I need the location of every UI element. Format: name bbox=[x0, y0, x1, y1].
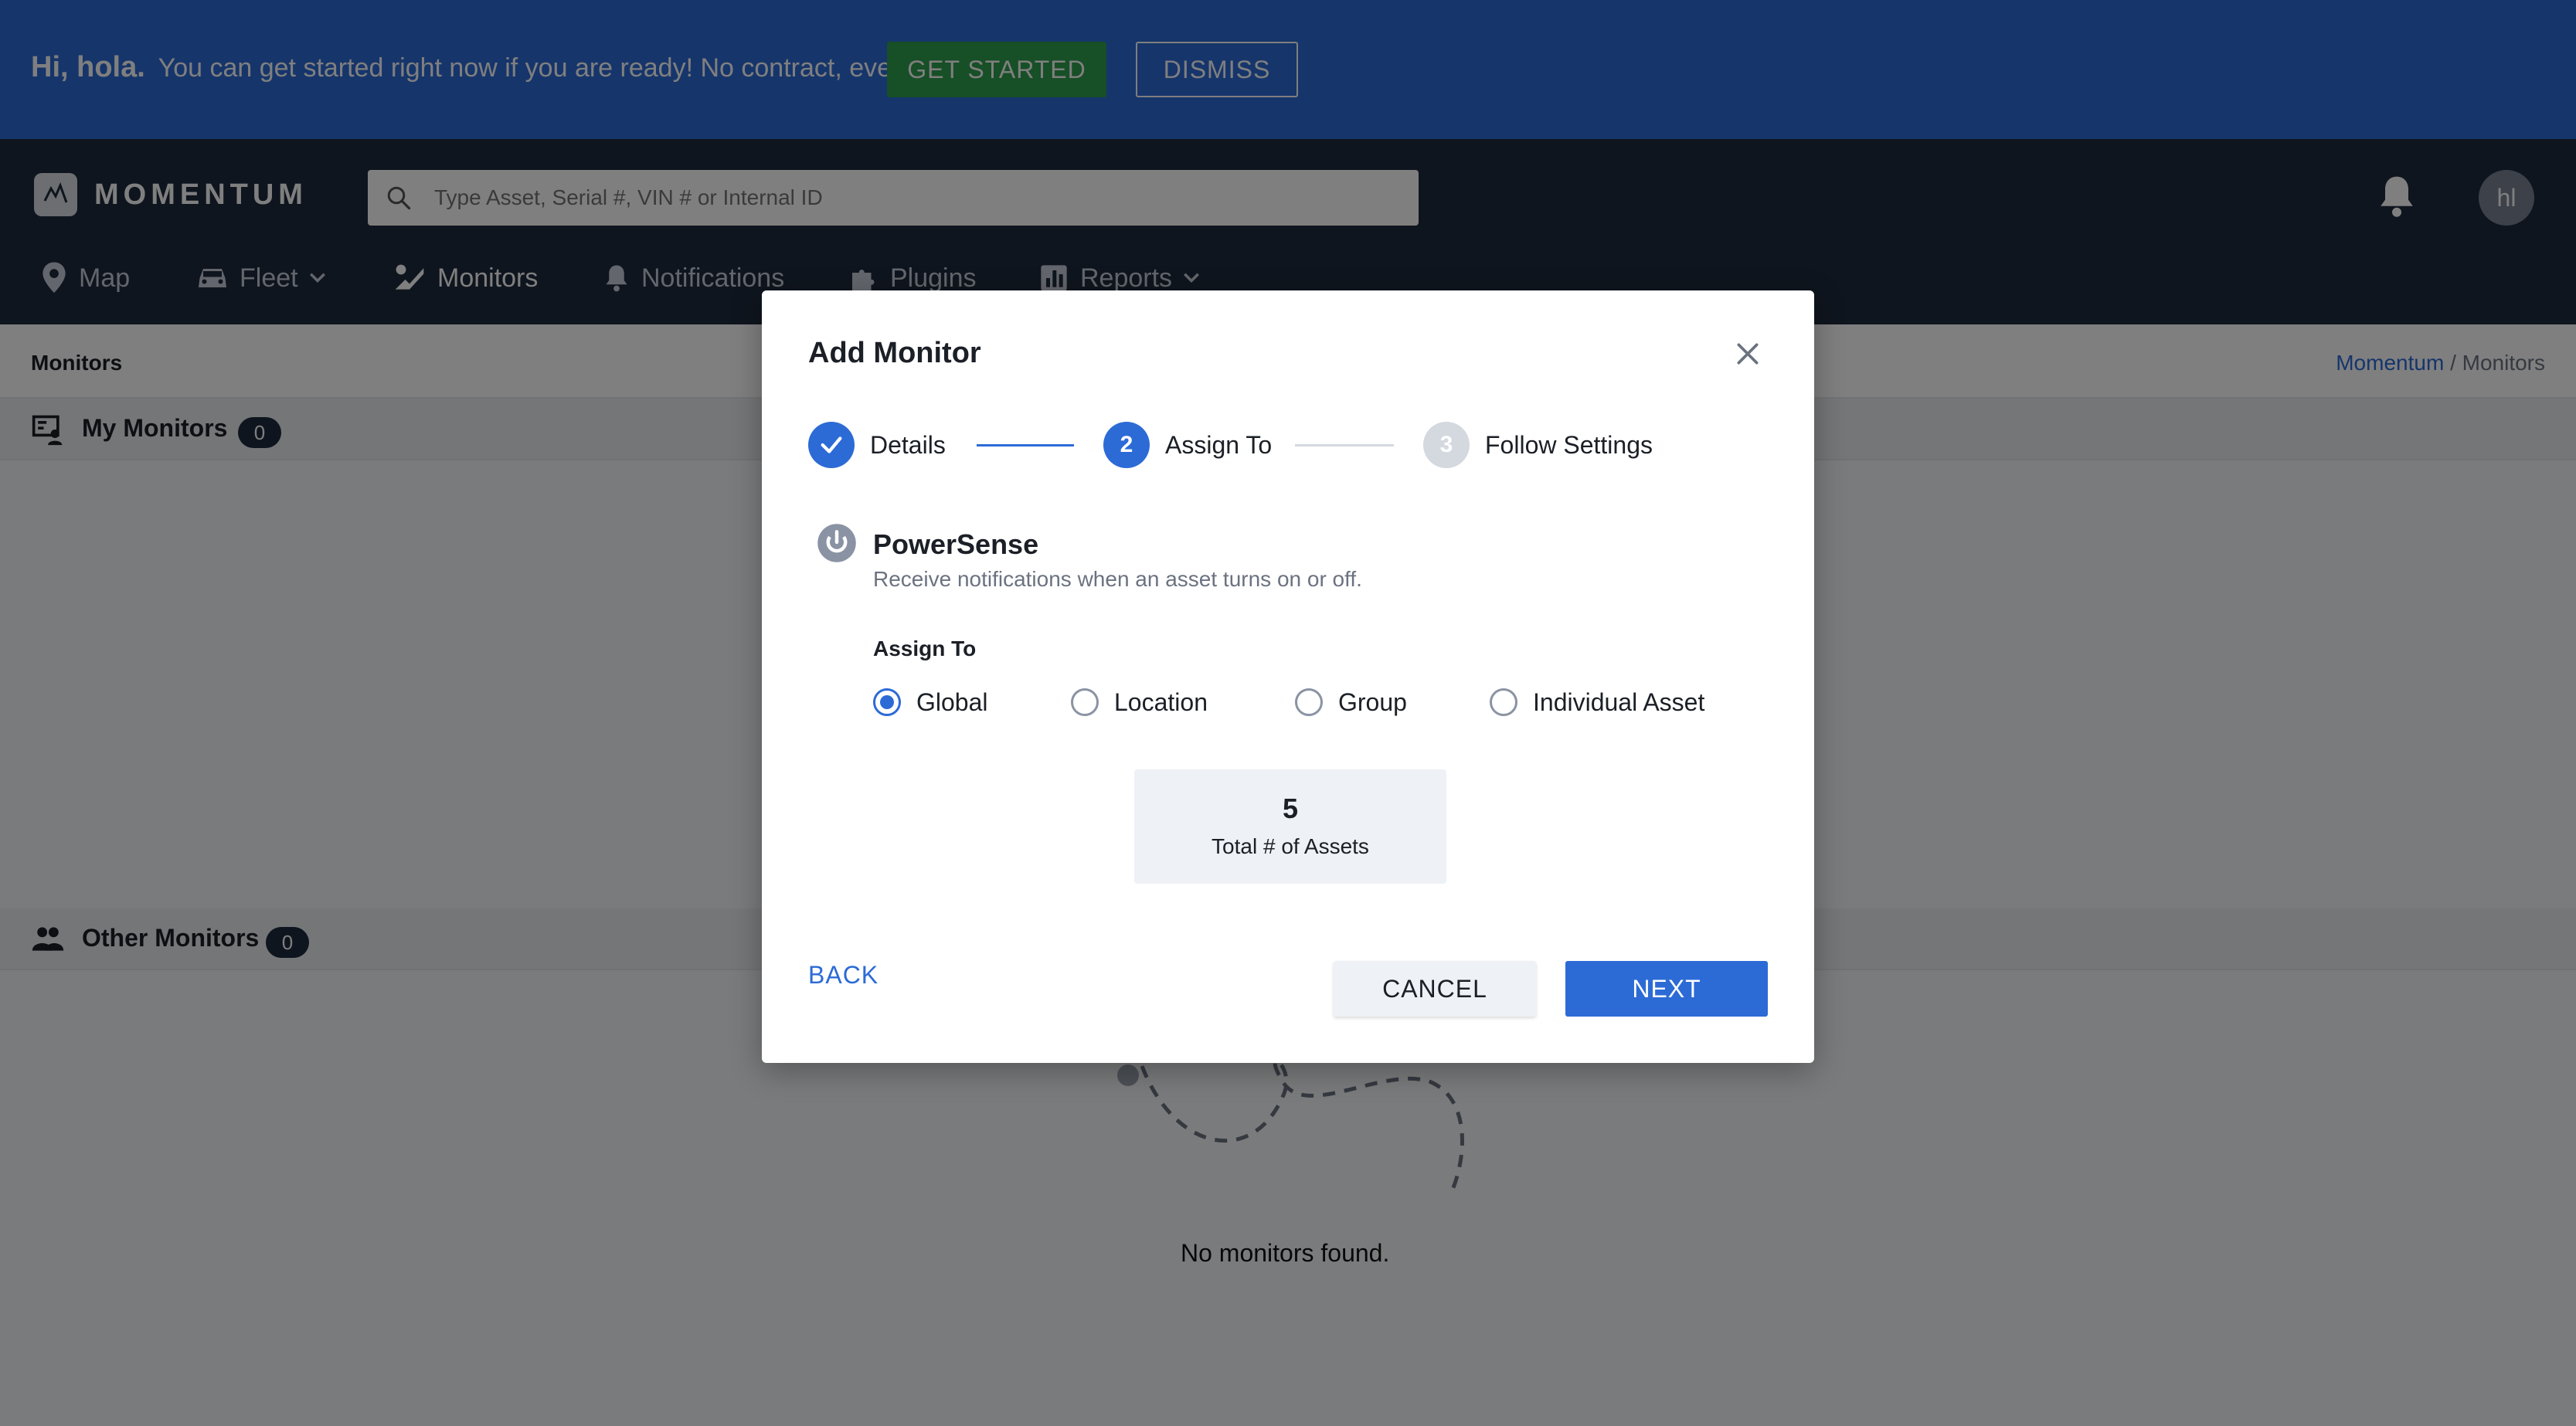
step-2-active[interactable]: 2 bbox=[1103, 422, 1150, 468]
radio-individual-asset[interactable]: Individual Asset bbox=[1490, 683, 1704, 721]
step-1-label: Details bbox=[870, 431, 946, 459]
radio-location[interactable]: Location bbox=[1071, 683, 1208, 721]
radio-button[interactable] bbox=[1295, 688, 1323, 716]
add-monitor-dialog: Add Monitor Details 2 Assign To 3 Follow… bbox=[762, 290, 1814, 1063]
radio-button[interactable] bbox=[1490, 688, 1517, 716]
assign-to-radio-group: Global Location Group Individual Asset bbox=[873, 683, 1762, 721]
step-connector bbox=[1295, 444, 1394, 446]
close-icon bbox=[1737, 343, 1759, 365]
next-button[interactable]: NEXT bbox=[1565, 961, 1768, 1017]
plugin-name: PowerSense bbox=[873, 528, 1039, 560]
radio-label-group: Group bbox=[1338, 688, 1407, 716]
power-icon bbox=[817, 524, 856, 562]
step-connector bbox=[977, 444, 1074, 446]
plugin-description: Receive notifications when an asset turn… bbox=[873, 567, 1362, 591]
radio-button-selected[interactable] bbox=[873, 688, 901, 716]
step-1-complete[interactable] bbox=[808, 422, 855, 468]
assign-to-label: Assign To bbox=[873, 637, 977, 660]
close-button[interactable] bbox=[1732, 338, 1763, 369]
total-assets-summary: 5 Total # of Assets bbox=[1134, 769, 1446, 884]
radio-group[interactable]: Group bbox=[1295, 683, 1407, 721]
radio-global[interactable]: Global bbox=[873, 683, 988, 721]
radio-label-location: Location bbox=[1114, 688, 1208, 716]
total-assets-label: Total # of Assets bbox=[1212, 834, 1369, 858]
step-2-label: Assign To bbox=[1165, 431, 1273, 459]
radio-button[interactable] bbox=[1071, 688, 1099, 716]
step-3-pending[interactable]: 3 bbox=[1423, 422, 1470, 468]
step-3-label: Follow Settings bbox=[1485, 431, 1653, 459]
back-button[interactable]: BACK bbox=[808, 961, 878, 990]
dialog-title: Add Monitor bbox=[808, 337, 981, 369]
radio-label-global: Global bbox=[916, 688, 988, 716]
checkmark-icon bbox=[821, 436, 842, 453]
total-assets-value: 5 bbox=[1282, 793, 1299, 824]
radio-label-individual-asset: Individual Asset bbox=[1533, 688, 1705, 716]
wizard-stepper: Details 2 Assign To 3 Follow Settings bbox=[808, 422, 1774, 468]
cancel-button[interactable]: CANCEL bbox=[1334, 961, 1536, 1017]
